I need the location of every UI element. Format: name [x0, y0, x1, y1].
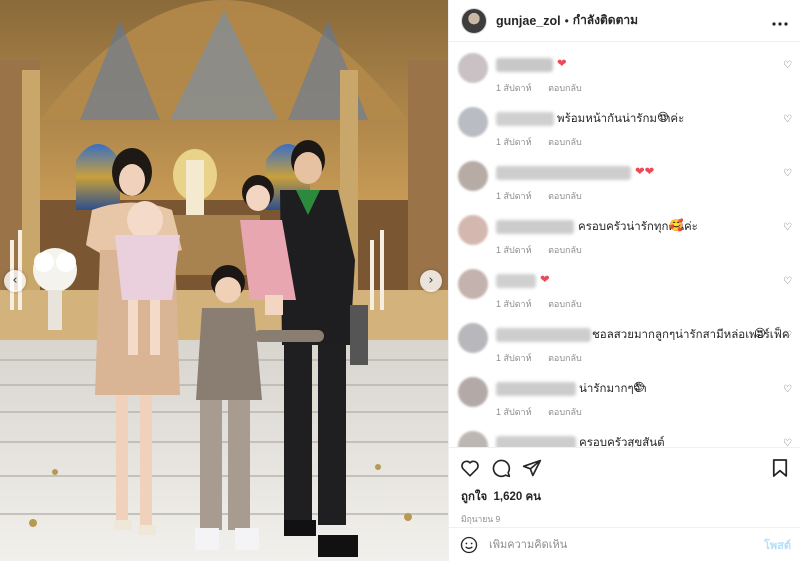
add-comment-bar: โพสต์: [449, 527, 800, 561]
comment-emoji: 😍: [633, 380, 645, 394]
post-header: gunjae_zol • กำลังติดตาม: [449, 0, 800, 42]
comment-meta: 1 สัปดาห์ ตอบกลับ: [496, 351, 596, 365]
comment-emoji: 😍: [754, 326, 766, 340]
comment-time: 1 สัปดาห์: [496, 407, 532, 417]
likes-label: ถูกใจ: [461, 491, 488, 503]
post-date: มิถุนายน 9: [461, 514, 501, 524]
commenter-name-blurred[interactable]: [496, 58, 553, 72]
comment-meta: 1 สัปดาห์ ตอบกลับ: [496, 135, 596, 149]
reply-button[interactable]: ตอบกลับ: [548, 299, 582, 309]
likes-unit: คน: [525, 491, 542, 503]
reply-button[interactable]: ตอบกลับ: [548, 137, 582, 147]
comment-meta: 1 สัปดาห์ ตอบกลับ: [496, 189, 596, 203]
commenter-avatar[interactable]: [458, 215, 488, 245]
post-comment-button[interactable]: โพสต์: [764, 536, 791, 554]
comment-time: 1 สัปดาห์: [496, 245, 532, 255]
comment-like-heart-icon[interactable]: ♡: [783, 330, 792, 341]
commenter-name-blurred[interactable]: [496, 382, 576, 396]
comment-meta: 1 สัปดาห์ ตอบกลับ: [496, 81, 596, 95]
reply-button[interactable]: ตอบกลับ: [548, 83, 582, 93]
comment-meta: 1 สัปดาห์ ตอบกลับ: [496, 243, 596, 257]
comment-input[interactable]: [489, 538, 739, 551]
commenter-name-blurred[interactable]: [496, 112, 554, 126]
comment-text: ครอบครัวสุขสันต์: [579, 435, 665, 447]
comment-emoji: ❤: [540, 272, 550, 286]
reply-button[interactable]: ตอบกลับ: [548, 353, 582, 363]
likes-number: 1,620: [493, 491, 523, 503]
carousel-prev-chevron-left-icon[interactable]: ‹: [4, 270, 26, 292]
comment-time: 1 สัปดาห์: [496, 299, 532, 309]
comment-meta: 1 สัปดาห์ ตอบกลับ: [496, 405, 596, 419]
comment-emoji: 😍: [657, 110, 669, 124]
commenter-name-blurred[interactable]: [496, 166, 631, 180]
comment-like-heart-icon[interactable]: ♡: [783, 114, 792, 125]
likes-count[interactable]: ถูกใจ 1,620 คน: [449, 488, 800, 506]
heart-outline-icon[interactable]: [459, 457, 481, 479]
commenter-avatar[interactable]: [458, 431, 488, 447]
header-separator: •: [564, 13, 569, 28]
commenter-name-blurred[interactable]: [496, 274, 536, 288]
comments-list[interactable]: ❤ 1 สัปดาห์ ตอบกลับ ♡ พร้อมหน้ากันน่ารัก…: [449, 43, 800, 447]
commenter-name-blurred[interactable]: [496, 220, 574, 234]
commenter-avatar[interactable]: [458, 107, 488, 137]
comment-like-heart-icon[interactable]: ♡: [783, 276, 792, 287]
comment-item: ❤❤ 1 สัปดาห์ ตอบกลับ ♡: [449, 153, 800, 207]
comment-meta: 1 สัปดาห์ ตอบกลับ: [496, 297, 596, 311]
smiley-icon[interactable]: [459, 535, 479, 555]
comment-emoji: ❤❤: [635, 164, 655, 178]
action-bar: [449, 448, 800, 488]
comment-time: 1 สัปดาห์: [496, 83, 532, 93]
comment-item: ชอลสวยมากลูกๆน่ารักสามีหล่อเพอร์เฟ็ค 😍 1…: [449, 315, 800, 369]
commenter-avatar[interactable]: [458, 53, 488, 83]
comment-item: พร้อมหน้ากันน่ารักมากค่ะ 😍 1 สัปดาห์ ตอบ…: [449, 99, 800, 153]
post-actions-area: ถูกใจ 1,620 คน มิถุนายน 9: [449, 447, 800, 527]
following-button[interactable]: กำลังติดตาม: [573, 11, 638, 30]
comment-emoji: ❤: [557, 56, 567, 70]
reply-button[interactable]: ตอบกลับ: [548, 191, 582, 201]
bookmark-icon[interactable]: [769, 457, 791, 479]
comment-item: ครอบครัวสุขสันต์ ♡: [449, 423, 800, 447]
commenter-name-blurred[interactable]: [496, 328, 591, 342]
more-horizontal-icon[interactable]: [772, 13, 788, 29]
comment-item: ❤ 1 สัปดาห์ ตอบกลับ ♡: [449, 45, 800, 99]
commenter-name-blurred[interactable]: [496, 436, 576, 447]
author-avatar[interactable]: [461, 7, 487, 34]
comment-bubble-icon[interactable]: [490, 457, 512, 479]
commenter-avatar[interactable]: [458, 377, 488, 407]
reply-button[interactable]: ตอบกลับ: [548, 407, 582, 417]
comment-like-heart-icon[interactable]: ♡: [783, 60, 792, 71]
post-photo[interactable]: ‹ ›: [0, 0, 448, 561]
comment-emoji: 🥰: [669, 218, 684, 232]
reply-button[interactable]: ตอบกลับ: [548, 245, 582, 255]
paper-plane-icon[interactable]: [521, 457, 543, 479]
commenter-avatar[interactable]: [458, 161, 488, 191]
comment-time: 1 สัปดาห์: [496, 191, 532, 201]
comment-time: 1 สัปดาห์: [496, 137, 532, 147]
comment-item: ครอบครัวน่ารักทุกคนค่ะ 🥰 1 สัปดาห์ ตอบกล…: [449, 207, 800, 261]
comment-like-heart-icon[interactable]: ♡: [783, 438, 792, 447]
author-username[interactable]: gunjae_zol: [496, 14, 561, 28]
carousel-next-chevron-right-icon[interactable]: ›: [420, 270, 442, 292]
commenter-avatar[interactable]: [458, 323, 488, 353]
church-family-photo: [0, 0, 448, 561]
post-side-panel: gunjae_zol • กำลังติดตาม ❤ 1 สัปดาห์ ตอบ…: [448, 0, 800, 561]
comment-time: 1 สัปดาห์: [496, 353, 532, 363]
comment-like-heart-icon[interactable]: ♡: [783, 168, 792, 179]
commenter-avatar[interactable]: [458, 269, 488, 299]
comment-item: ❤ 1 สัปดาห์ ตอบกลับ ♡: [449, 261, 800, 315]
comment-item: น่ารักมากๆจ้า 😍 1 สัปดาห์ ตอบกลับ ♡: [449, 369, 800, 423]
comment-like-heart-icon[interactable]: ♡: [783, 384, 792, 395]
comment-like-heart-icon[interactable]: ♡: [783, 222, 792, 233]
